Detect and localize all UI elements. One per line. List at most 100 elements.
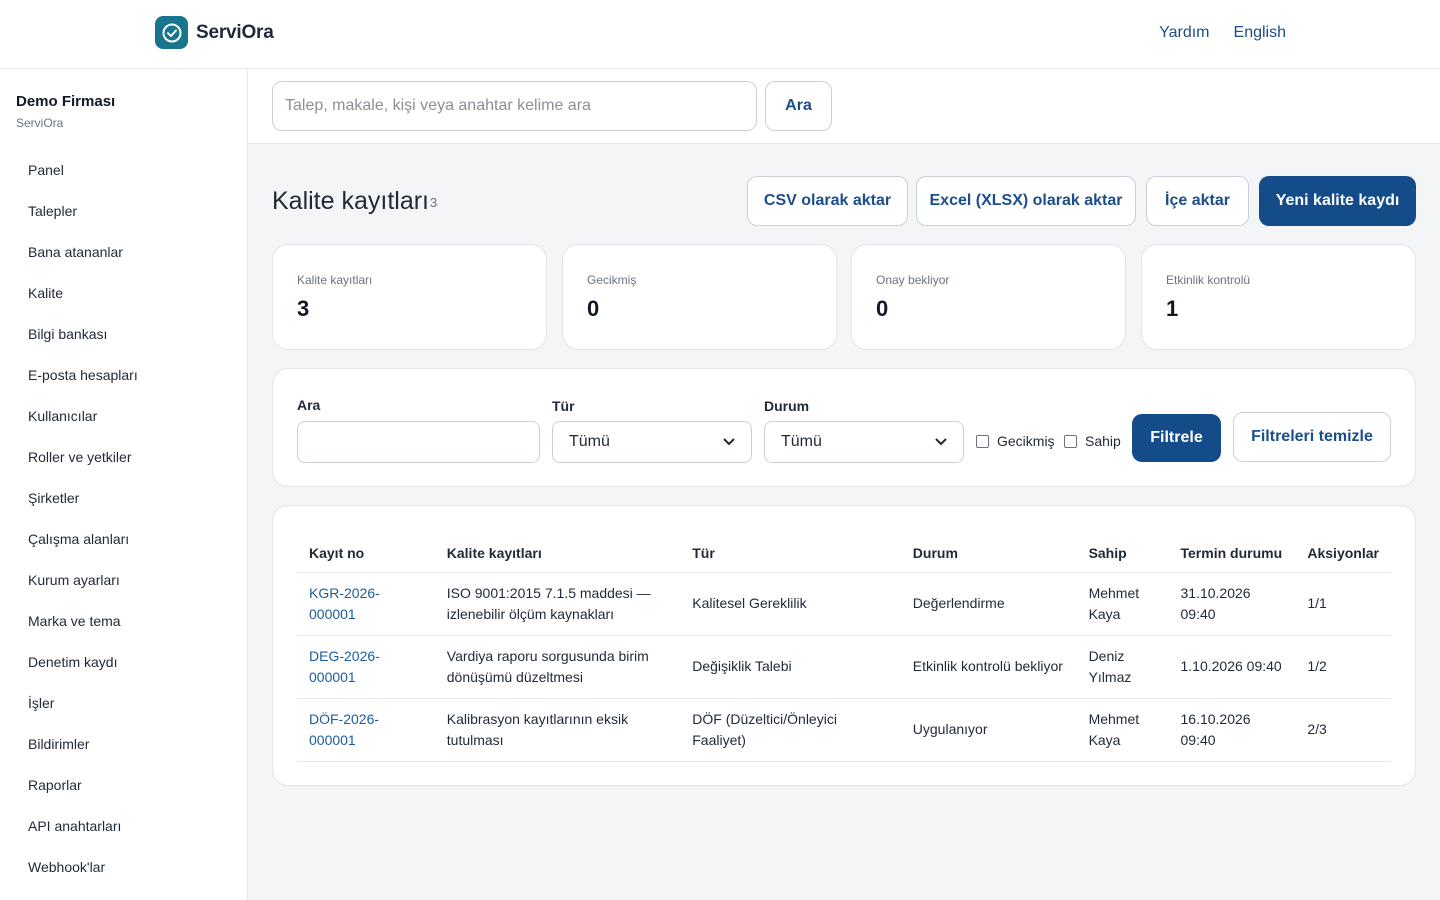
search-strip: Ara bbox=[248, 69, 1440, 144]
record-actions: 2/3 bbox=[1295, 698, 1391, 762]
app-name: ServiOra bbox=[196, 21, 274, 43]
stat-value: 0 bbox=[587, 296, 600, 321]
sidebar-item-denetim-kaydi[interactable]: Denetim kaydı bbox=[0, 641, 247, 682]
sidebar-item-bana-atananlar[interactable]: Bana atananlar bbox=[0, 231, 247, 272]
chevron-down-icon bbox=[723, 438, 735, 446]
record-link[interactable]: KGR-2026-000001 bbox=[309, 585, 380, 622]
table-row[interactable]: DEG-2026-000001 Vardiya raporu sorgusund… bbox=[297, 635, 1391, 699]
app-logo[interactable]: ServiOra bbox=[155, 16, 274, 49]
sidebar-item-api-anahtarlari[interactable]: API anahtarları bbox=[0, 805, 247, 846]
col-status[interactable]: Durum bbox=[900, 522, 1077, 573]
sidebar-nav: Panel Talepler Bana atananlar Kalite Bil… bbox=[0, 149, 247, 887]
col-owner[interactable]: Sahip bbox=[1076, 522, 1169, 573]
record-title: Kalibrasyon kayıtlarının eksik tutulması bbox=[434, 698, 681, 762]
record-due: 16.10.2026 09:40 bbox=[1168, 698, 1296, 762]
stat-label: Kalite kayıtları bbox=[297, 273, 373, 287]
col-title[interactable]: Kalite kayıtları bbox=[434, 522, 681, 573]
record-count-badge: 3 bbox=[430, 195, 438, 210]
sidebar-item-kalite[interactable]: Kalite bbox=[0, 272, 247, 313]
sidebar-item-eposta-hesaplari[interactable]: E-posta hesapları bbox=[0, 354, 247, 395]
table-row[interactable]: DÖF-2026-000001 Kalibrasyon kayıtlarının… bbox=[297, 698, 1391, 762]
sidebar-item-panel[interactable]: Panel bbox=[0, 149, 247, 190]
record-due: 31.10.2026 09:40 bbox=[1168, 572, 1296, 636]
sidebar: Demo Firması ServiOra Panel Talepler Ban… bbox=[0, 69, 248, 900]
new-quality-record-button[interactable]: Yeni kalite kaydı bbox=[1259, 176, 1416, 226]
record-owner: Mehmet Kaya bbox=[1076, 572, 1169, 636]
top-bar: ServiOra Yardım English bbox=[0, 0, 1440, 69]
stat-card-overdue: Gecikmiş 0 bbox=[562, 244, 837, 350]
table-row[interactable]: KGR-2026-000001 ISO 9001:2015 7.1.5 madd… bbox=[297, 572, 1391, 636]
col-actions[interactable]: Aksiyonlar bbox=[1295, 522, 1391, 573]
clear-filters-button[interactable]: Filtreleri temizle bbox=[1233, 412, 1391, 462]
sidebar-item-talepler[interactable]: Talepler bbox=[0, 190, 247, 231]
org-name: Demo Firması bbox=[16, 93, 116, 110]
records-table-card: Kayıt no Kalite kayıtları Tür Durum Sahi… bbox=[272, 505, 1416, 786]
sidebar-item-calisma-alanlari[interactable]: Çalışma alanları bbox=[0, 518, 247, 559]
record-link[interactable]: DÖF-2026-000001 bbox=[309, 711, 379, 748]
import-button[interactable]: İçe aktar bbox=[1146, 176, 1249, 226]
sidebar-item-bilgi-bankasi[interactable]: Bilgi bankası bbox=[0, 313, 247, 354]
top-links: Yardım English bbox=[1159, 24, 1286, 42]
stat-label: Gecikmiş bbox=[587, 273, 637, 287]
global-search-input[interactable] bbox=[272, 81, 757, 131]
sidebar-item-kullanicilar[interactable]: Kullanıcılar bbox=[0, 395, 247, 436]
table-header-row: Kayıt no Kalite kayıtları Tür Durum Sahi… bbox=[297, 522, 1391, 573]
chevron-down-icon bbox=[935, 438, 947, 446]
filter-panel: Ara Tür Tümü Durum Tümü Gecikmiş Sahip F… bbox=[272, 368, 1416, 487]
owner-checkbox[interactable] bbox=[1064, 434, 1077, 448]
sidebar-item-roller-yetkiler[interactable]: Roller ve yetkiler bbox=[0, 436, 247, 477]
sidebar-item-webhooklar[interactable]: Webhook'lar bbox=[0, 846, 247, 887]
page-title: Kalite kayıtları bbox=[272, 187, 430, 215]
stat-value: 1 bbox=[1166, 296, 1179, 321]
record-status: Değerlendirme bbox=[900, 572, 1077, 636]
filter-type-value: Tümü bbox=[569, 433, 610, 450]
record-due: 1.10.2026 09:40 bbox=[1168, 635, 1296, 699]
filter-status-value: Tümü bbox=[781, 433, 822, 450]
overdue-checkbox-wrap[interactable]: Gecikmiş bbox=[976, 433, 1055, 449]
sidebar-item-isler[interactable]: İşler bbox=[0, 682, 247, 723]
filter-type-label: Tür bbox=[552, 398, 575, 414]
record-type: DÖF (Düzeltici/Önleyici Faaliyet) bbox=[680, 698, 901, 762]
filter-search-label: Ara bbox=[297, 397, 321, 413]
record-status: Etkinlik kontrolü bekliyor bbox=[900, 635, 1077, 699]
stat-label: Etkinlik kontrolü bbox=[1166, 273, 1251, 287]
sidebar-item-kurum-ayarlari[interactable]: Kurum ayarları bbox=[0, 559, 247, 600]
record-type: Kalitesel Gereklilik bbox=[680, 572, 901, 636]
apply-filter-button[interactable]: Filtrele bbox=[1132, 414, 1221, 462]
col-record-no[interactable]: Kayıt no bbox=[297, 522, 435, 573]
record-link[interactable]: DEG-2026-000001 bbox=[309, 648, 380, 685]
record-actions: 1/1 bbox=[1295, 572, 1391, 636]
record-type: Değişiklik Talebi bbox=[680, 635, 901, 699]
filter-status-select[interactable]: Tümü bbox=[764, 421, 964, 463]
stat-value: 0 bbox=[876, 296, 889, 321]
sidebar-item-raporlar[interactable]: Raporlar bbox=[0, 764, 247, 805]
stat-card-effectiveness-check: Etkinlik kontrolü 1 bbox=[1141, 244, 1416, 350]
record-owner: Mehmet Kaya bbox=[1076, 698, 1169, 762]
sidebar-item-bildirimler[interactable]: Bildirimler bbox=[0, 723, 247, 764]
filter-type-select[interactable]: Tümü bbox=[552, 421, 752, 463]
language-link[interactable]: English bbox=[1234, 24, 1286, 42]
owner-checkbox-wrap[interactable]: Sahip bbox=[1064, 433, 1121, 449]
stat-value: 3 bbox=[297, 296, 310, 321]
col-type[interactable]: Tür bbox=[680, 522, 901, 573]
export-excel-button[interactable]: Excel (XLSX) olarak aktar bbox=[916, 176, 1136, 226]
owner-checkbox-label: Sahip bbox=[1085, 433, 1121, 449]
export-csv-button[interactable]: CSV olarak aktar bbox=[747, 176, 908, 226]
org-subtitle: ServiOra bbox=[16, 116, 64, 130]
global-search-button[interactable]: Ara bbox=[765, 81, 832, 131]
help-link[interactable]: Yardım bbox=[1159, 24, 1209, 42]
record-owner: Deniz Yılmaz bbox=[1076, 635, 1169, 699]
overdue-checkbox[interactable] bbox=[976, 434, 989, 448]
check-circle-icon bbox=[155, 16, 188, 49]
sidebar-item-sirketler[interactable]: Şirketler bbox=[0, 477, 247, 518]
record-actions: 1/2 bbox=[1295, 635, 1391, 699]
stat-card-total: Kalite kayıtları 3 bbox=[272, 244, 547, 350]
col-due[interactable]: Termin durumu bbox=[1168, 522, 1296, 573]
stat-label: Onay bekliyor bbox=[876, 273, 950, 287]
stat-card-awaiting-approval: Onay bekliyor 0 bbox=[851, 244, 1126, 350]
overdue-checkbox-label: Gecikmiş bbox=[997, 433, 1055, 449]
sidebar-item-marka-tema[interactable]: Marka ve tema bbox=[0, 600, 247, 641]
filter-status-label: Durum bbox=[764, 398, 810, 414]
filter-search-input[interactable] bbox=[297, 421, 540, 463]
record-status: Uygulanıyor bbox=[900, 698, 1077, 762]
